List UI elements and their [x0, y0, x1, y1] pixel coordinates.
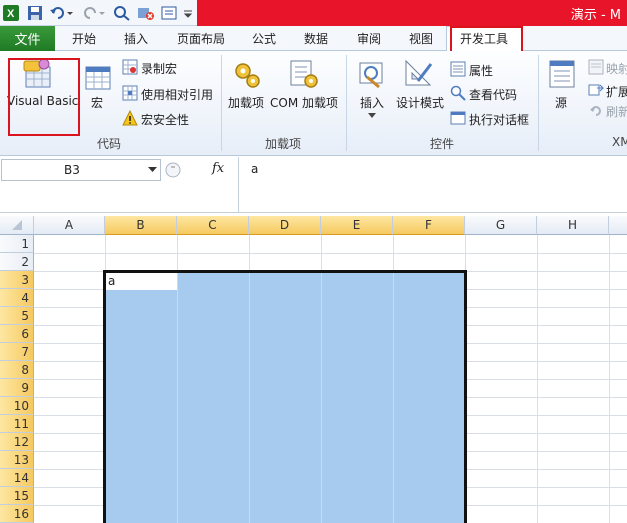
tab-view[interactable]: 视图	[409, 30, 433, 47]
run-dialog-label: 执行对话框	[469, 113, 530, 127]
customize-toolbar-icon[interactable]	[182, 3, 194, 23]
column-header-partial	[609, 216, 627, 235]
row-header-10[interactable]: 10	[0, 397, 34, 415]
com-addins-label: COM 加载项	[270, 96, 338, 110]
row-header-1[interactable]: 1	[0, 235, 34, 253]
column-header-c[interactable]: C	[177, 216, 249, 235]
tab-page-layout[interactable]: 页面布局	[177, 30, 225, 47]
spreadsheet-grid[interactable]: A B C D E F G H a 1 2 3 4 5 6 7 8 9 10 1…	[0, 216, 627, 523]
properties-icon	[450, 61, 466, 77]
relative-refs-icon	[122, 85, 138, 101]
column-header-b[interactable]: B	[105, 216, 177, 235]
xml-source-icon	[549, 60, 575, 88]
name-box-value: B3	[64, 163, 80, 177]
insert-control-label: 插入	[360, 96, 385, 110]
record-macro-label: 录制宏	[141, 62, 178, 76]
macros-icon	[85, 66, 111, 90]
group-separator	[221, 55, 222, 151]
row-header-5[interactable]: 5	[0, 307, 34, 325]
map-properties-icon	[588, 59, 604, 75]
expansion-packs-label: 扩展	[606, 85, 627, 99]
macros-label: 宏	[91, 96, 104, 110]
addins-label: 加载项	[228, 96, 265, 110]
row-header-8[interactable]: 8	[0, 361, 34, 379]
group-xml-label: XM	[612, 135, 627, 149]
refresh-data-label: 刷新	[606, 105, 627, 119]
form-icon[interactable]	[160, 3, 178, 23]
row-header-15[interactable]: 15	[0, 487, 34, 505]
row-header-12[interactable]: 12	[0, 433, 34, 451]
map-properties-label: 映射	[606, 62, 627, 76]
find-icon[interactable]	[112, 3, 132, 23]
dropdown-arrow-icon	[368, 113, 376, 118]
column-header-h[interactable]: H	[537, 216, 609, 235]
excel-logo-icon: X	[2, 3, 20, 23]
row-header-9[interactable]: 9	[0, 379, 34, 397]
column-header-a[interactable]: A	[34, 216, 105, 235]
select-all-corner[interactable]	[0, 216, 34, 235]
column-header-e[interactable]: E	[321, 216, 393, 235]
group-addins-label: 加载项	[265, 137, 302, 151]
group-separator	[538, 55, 539, 151]
title-bar: X 演示 - M	[0, 0, 627, 26]
run-dialog-icon	[450, 111, 466, 125]
name-box-dropdown-icon[interactable]	[148, 167, 157, 173]
row-header-3[interactable]: 3	[0, 271, 34, 289]
delete-icon[interactable]	[136, 3, 156, 23]
visual-basic-callout	[8, 58, 80, 136]
tab-review[interactable]: 审阅	[357, 30, 381, 47]
group-separator	[346, 55, 347, 151]
tab-data[interactable]: 数据	[304, 30, 328, 47]
formula-scroll-icon[interactable]	[165, 162, 181, 178]
properties-label: 属性	[469, 64, 494, 78]
row-header-4[interactable]: 4	[0, 289, 34, 307]
title-area: 演示 - M	[197, 0, 627, 26]
selection-border	[103, 270, 467, 523]
window-title: 演示 - M	[570, 8, 621, 23]
group-controls-label: 控件	[430, 137, 455, 151]
redo-icon[interactable]	[80, 3, 106, 23]
undo-icon[interactable]	[48, 3, 74, 23]
record-macro-icon	[122, 59, 138, 75]
row-header-14[interactable]: 14	[0, 469, 34, 487]
row-header-7[interactable]: 7	[0, 343, 34, 361]
expansion-packs-icon	[588, 84, 604, 96]
formula-input[interactable]: a	[238, 157, 627, 213]
row-header-16[interactable]: 16	[0, 505, 34, 523]
macro-security-label: 宏安全性	[141, 113, 190, 127]
formula-bar: B3 fx a	[0, 157, 627, 213]
com-addins-icon	[290, 60, 318, 88]
design-mode-label: 设计模式	[396, 96, 445, 110]
row-header-6[interactable]: 6	[0, 325, 34, 343]
tab-home[interactable]: 开始	[72, 30, 96, 47]
view-code-label: 查看代码	[469, 88, 518, 102]
row-header-11[interactable]: 11	[0, 415, 34, 433]
source-label: 源	[555, 96, 568, 110]
view-code-icon	[450, 85, 466, 101]
addins-gear-icon	[235, 63, 260, 88]
tab-formulas[interactable]: 公式	[252, 30, 276, 47]
ribbon: Visual Basic 宏 录制宏 使用相对引用 宏安全性 代码 加载项 CO…	[0, 51, 627, 156]
insert-control-icon	[359, 62, 383, 89]
column-header-g[interactable]: G	[465, 216, 537, 235]
row-header-13[interactable]: 13	[0, 451, 34, 469]
ribbon-tabs: 文件 开始 插入 页面布局 公式 数据 审阅 视图 开发工具	[0, 26, 627, 51]
formula-value: a	[251, 162, 259, 176]
column-header-d[interactable]: D	[249, 216, 321, 235]
svg-text:X: X	[7, 8, 15, 20]
refresh-icon	[590, 106, 601, 116]
save-icon[interactable]	[26, 3, 44, 23]
warning-icon	[122, 110, 138, 126]
gridline	[34, 253, 627, 254]
relative-refs-label: 使用相对引用	[141, 88, 214, 102]
fx-icon[interactable]: fx	[212, 161, 224, 176]
column-header-f[interactable]: F	[393, 216, 465, 235]
group-code-label: 代码	[97, 137, 122, 151]
row-header-2[interactable]: 2	[0, 253, 34, 271]
tab-file[interactable]: 文件	[0, 26, 55, 51]
tab-insert[interactable]: 插入	[124, 30, 148, 47]
design-mode-icon	[405, 59, 433, 86]
name-box[interactable]: B3	[1, 159, 161, 181]
